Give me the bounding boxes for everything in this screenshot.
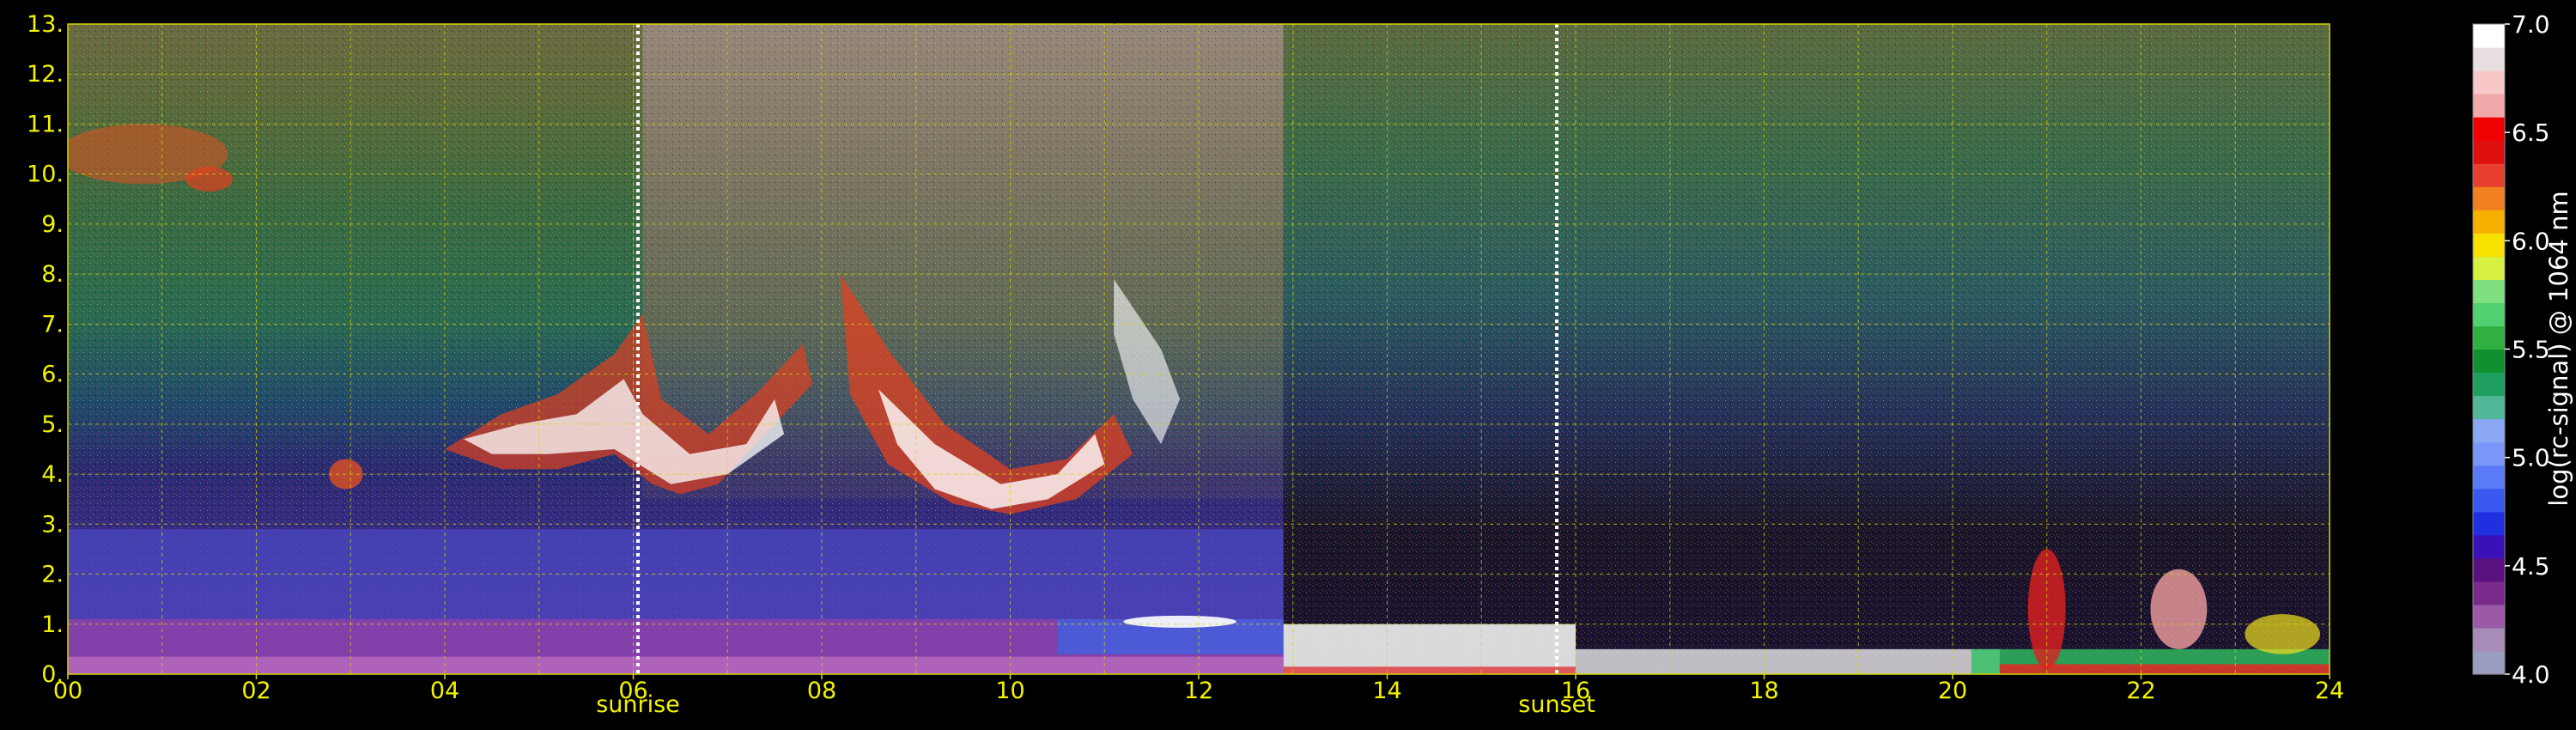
colorbar-segment — [2473, 302, 2505, 327]
event-label-sunset: sunset — [1518, 691, 1595, 718]
y-tick-label: 7. — [41, 311, 64, 338]
colorbar-segment — [2473, 94, 2505, 118]
colorbar-segment — [2473, 465, 2505, 490]
x-axis-ticks: 00 02 04 06 08 10 12 14 16 18 20 22 24 — [53, 674, 2344, 704]
colorbar-segment — [2473, 256, 2505, 280]
y-tick-label: 1. — [41, 611, 64, 638]
cloud-base — [1123, 615, 1236, 628]
colorbar-segment — [2473, 488, 2505, 513]
colorbar-tick-label: 7.0 — [2512, 10, 2550, 39]
colorbar-segment — [2473, 70, 2505, 94]
y-tick-label: 11. — [27, 111, 64, 137]
y-tick-label: 13. — [27, 11, 64, 38]
x-tick-label: 18 — [1749, 678, 1778, 704]
colorbar-segment — [2473, 163, 2505, 187]
colorbar-segment — [2473, 418, 2505, 443]
x-tick-label: 14 — [1372, 678, 1401, 704]
x-tick-label: 20 — [1938, 678, 1967, 704]
event-labels: sunrise sunset — [596, 691, 1595, 718]
colorbar-segment — [2473, 511, 2505, 536]
x-tick-label: 04 — [430, 678, 459, 704]
colorbar-segment — [2473, 441, 2505, 466]
colorbar-segment — [2473, 372, 2505, 397]
y-tick-label: 6. — [41, 362, 64, 388]
x-tick-label: 12 — [1184, 678, 1213, 704]
colorbar-segment — [2473, 140, 2505, 164]
chart-title: DWD: Oberschleißheim (Germany; 48.2443 N… — [746, 0, 1651, 25]
y-tick-label: 10. — [27, 161, 64, 188]
colorbar-segment — [2473, 325, 2505, 350]
colorbar — [2472, 23, 2506, 675]
colorbar-segment — [2473, 604, 2505, 629]
cirrus — [185, 166, 234, 192]
y-tick-label: 0. — [41, 661, 64, 688]
y-axis-ticks: 0. 1. 2. 3. 4. 5. 6. 7. 8. 9. 10. 11. 12. 13. — [27, 11, 64, 688]
colorbar-segment — [2473, 395, 2505, 420]
y-tick-label: 4. — [41, 461, 64, 488]
x-tick-label: 10 — [995, 678, 1024, 704]
x-tick-label: 08 — [807, 678, 836, 704]
x-tick-label: 24 — [2315, 678, 2344, 704]
cloud — [2150, 569, 2208, 649]
colorbar-segment — [2473, 581, 2505, 605]
event-label-sunrise: sunrise — [596, 691, 680, 718]
cloud — [2245, 614, 2321, 654]
colorbar-tick-label: 4.0 — [2512, 660, 2550, 689]
plot-area — [68, 24, 2330, 674]
colorbar-ticks: 4.04.55.05.56.06.57.0 — [2505, 10, 2550, 689]
colorbar-segment — [2473, 186, 2505, 210]
colorbar-segment — [2473, 534, 2505, 559]
colorbar-segment — [2473, 349, 2505, 374]
colorbar-segment — [2473, 24, 2505, 48]
colorbar-segment — [2473, 279, 2505, 304]
y-tick-label: 12. — [27, 61, 64, 88]
y-axis-label: Height above ground [km] — [0, 196, 25, 502]
colorbar-tick-label: 6.5 — [2512, 119, 2550, 147]
colorbar-label: log(rc-signal) @ 1064 nm — [2544, 191, 2573, 506]
colorbar-segment — [2473, 627, 2505, 652]
colorbar-tick-label: 4.5 — [2512, 552, 2550, 581]
colorbar-segment — [2473, 117, 2505, 141]
low-cloud-base — [1283, 666, 1576, 674]
ceilometer-chart: DWD: Oberschleißheim (Germany; 48.2443 N… — [0, 0, 2573, 726]
colorbar-segment — [2473, 210, 2505, 234]
colorbar-segment — [2473, 233, 2505, 257]
colorbar-segment — [2473, 557, 2505, 582]
y-tick-label: 3. — [41, 511, 64, 538]
surface-layer-base — [68, 656, 1284, 674]
low-cloud — [1576, 648, 2000, 674]
y-tick-label: 8. — [41, 261, 64, 288]
y-tick-label: 9. — [41, 211, 64, 238]
x-tick-label: 02 — [241, 678, 270, 704]
x-tick-label: 22 — [2126, 678, 2155, 704]
colorbar-segment — [2473, 47, 2505, 71]
y-tick-label: 5. — [41, 411, 64, 438]
colorbar-segment — [2473, 650, 2505, 675]
y-tick-label: 2. — [41, 562, 64, 588]
